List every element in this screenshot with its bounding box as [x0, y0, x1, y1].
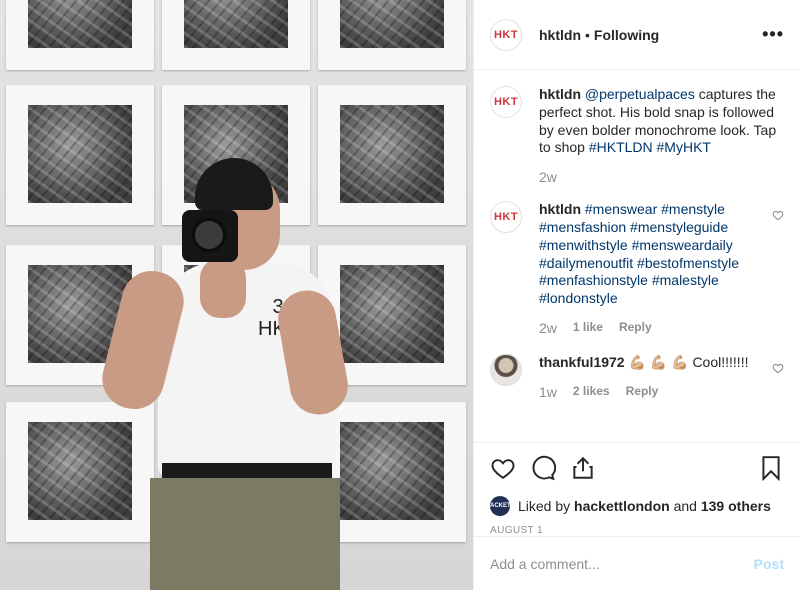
- comment-time[interactable]: 1w: [539, 384, 557, 400]
- photo-frame: [6, 0, 154, 70]
- comment-input[interactable]: [490, 555, 754, 572]
- photo-frame: [318, 85, 466, 225]
- comment-username[interactable]: hktldn: [539, 86, 581, 102]
- comment-link[interactable]: #HKTLDN: [589, 139, 653, 155]
- share-icon[interactable]: [570, 455, 596, 481]
- following-button[interactable]: Following: [594, 27, 659, 43]
- comment-text: hktldn #menswear #menstyle #mensfashion …: [539, 201, 784, 308]
- likes-prefix: Liked by: [518, 498, 575, 514]
- camera-lens: [192, 218, 226, 252]
- comment-text: hktldn @perpetualpaces captures the perf…: [539, 86, 784, 157]
- comment-username[interactable]: thankful1972: [539, 354, 625, 370]
- add-comment-bar: Post: [474, 536, 800, 590]
- comment-like-icon[interactable]: [772, 209, 784, 221]
- bookmark-icon[interactable]: [758, 455, 784, 481]
- comment-like-count[interactable]: 1 like: [573, 320, 603, 336]
- comment-text: thankful1972 💪🏼 💪🏼 💪🏼 Cool!!!!!!!: [539, 354, 784, 372]
- comment-body: 💪🏼 💪🏼 💪🏼 Cool!!!!!!!: [628, 353, 749, 370]
- reply-button[interactable]: Reply: [619, 320, 652, 336]
- comment-item: HKT hktldn #menswear #menstyle #mensfashi…: [490, 201, 784, 336]
- post-date: AUGUST 1: [490, 525, 544, 536]
- comment-meta: 2w: [539, 169, 784, 185]
- aerial-photograph: [28, 422, 132, 520]
- comment-time[interactable]: 2w: [539, 169, 557, 185]
- liker-username[interactable]: hackettlondon: [574, 498, 670, 514]
- trousers: [150, 478, 340, 590]
- photo-frame: [318, 402, 466, 542]
- aerial-photograph: [28, 105, 132, 203]
- comment-link[interactable]: #MyHKT: [657, 139, 711, 155]
- aerial-photograph: [28, 0, 132, 48]
- post-actions: HACKETT Liked by hackettlondon and 139 o…: [474, 442, 800, 536]
- separator-dot: •: [585, 26, 590, 43]
- heart-icon[interactable]: [490, 455, 516, 481]
- likes-summary: HACKETT Liked by hackettlondon and 139 o…: [486, 496, 784, 516]
- aerial-photograph: [340, 105, 444, 203]
- photo-frame: [6, 85, 154, 225]
- aerial-photograph: [340, 422, 444, 520]
- photo-frame: [6, 402, 154, 542]
- comment-avatar[interactable]: [490, 353, 522, 386]
- aerial-photograph: [184, 0, 288, 48]
- liker-avatar[interactable]: HACKETT: [486, 496, 514, 516]
- comment-like-icon[interactable]: [772, 362, 784, 374]
- likes-and: and: [669, 498, 701, 514]
- account-avatar[interactable]: HKT: [490, 18, 522, 51]
- reply-button[interactable]: Reply: [626, 384, 659, 400]
- account-username[interactable]: hktldn: [539, 27, 581, 43]
- comment-avatar[interactable]: HKT: [490, 201, 522, 234]
- action-icons: [490, 453, 784, 483]
- likes-others-link[interactable]: 139 others: [701, 498, 771, 514]
- more-options-icon[interactable]: •••: [762, 24, 784, 45]
- aerial-photograph: [340, 0, 444, 48]
- comment-username[interactable]: hktldn: [539, 201, 581, 217]
- post-comment-button[interactable]: Post: [754, 556, 784, 572]
- photo-frame: [318, 0, 466, 70]
- comment-time[interactable]: 2w: [539, 320, 557, 336]
- post-photo[interactable]: 3 HKT: [0, 0, 473, 590]
- comment-link[interactable]: @perpetualpaces: [585, 86, 695, 102]
- photo-frame: [162, 0, 310, 70]
- comment-icon[interactable]: [530, 455, 556, 481]
- comment-meta: 1w 2 likes Reply: [539, 384, 784, 400]
- comment-item: thankful1972 💪🏼 💪🏼 💪🏼 Cool!!!!!!! 1w 2 lik…: [490, 353, 784, 400]
- comment-avatar[interactable]: HKT: [490, 86, 522, 118]
- person-hand: [200, 258, 246, 318]
- comments-list: HKT hktldn @perpetualpaces captures the p…: [474, 70, 800, 442]
- comment-meta: 2w 1 like Reply: [539, 320, 784, 336]
- aerial-photograph: [340, 265, 444, 363]
- post-side-panel: HKT hktldn • Following ••• HKT hktldn @pe…: [473, 0, 800, 590]
- comment-item: HKT hktldn @perpetualpaces captures the p…: [490, 86, 784, 185]
- comment-like-count[interactable]: 2 likes: [573, 384, 610, 400]
- post-header: HKT hktldn • Following •••: [474, 0, 800, 70]
